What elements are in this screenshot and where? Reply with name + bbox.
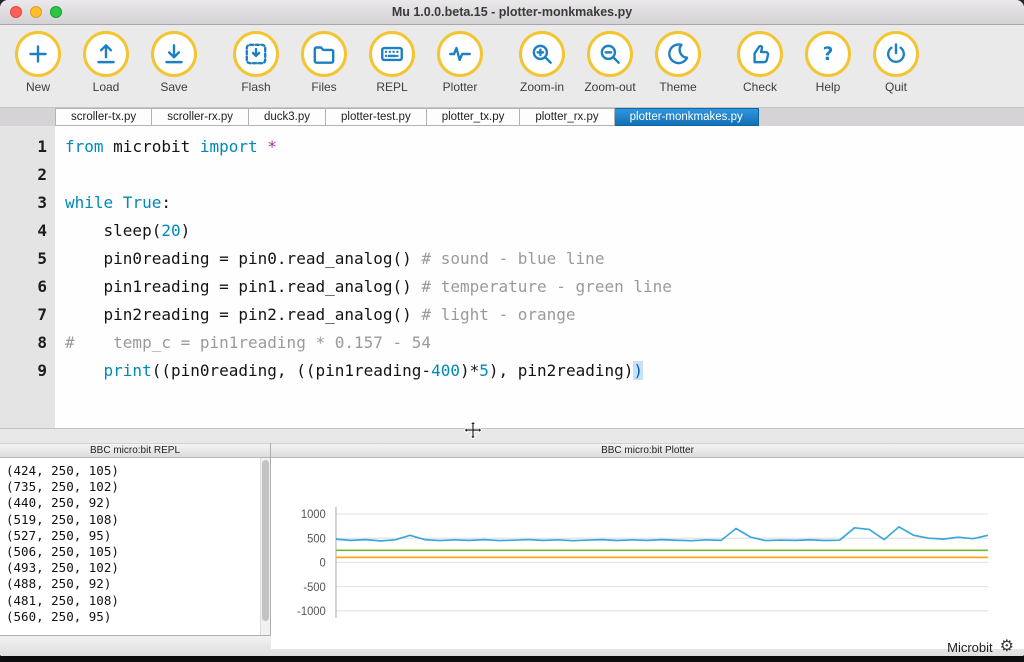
code-editor[interactable]: 1from microbit import *23while True:4 sl… [0,126,1024,429]
tab-scroller-rx.py[interactable]: scroller-rx.py [152,108,249,126]
line-number: 2 [0,161,55,189]
line-number: 8 [0,329,55,357]
toolbar-button-zoom-in[interactable]: Zoom-in [508,31,576,94]
download-icon [151,31,197,77]
question-icon: ? [805,31,851,77]
repl-pane-header: BBC micro:bit REPL [0,443,270,458]
repl-output[interactable]: (424, 250, 105)(735, 250, 102)(440, 250,… [0,458,270,635]
minimize-window-button[interactable] [30,6,42,18]
line-number: 3 [0,189,55,217]
code-line-5: 5 pin0reading = pin0.read_analog() # sou… [0,245,1024,273]
plotter-pane: BBC micro:bit Plotter 1000 500 0 -500 -1000 [271,443,1024,635]
repl-line: (519, 250, 108) [6,512,264,528]
keyboard-icon [369,31,415,77]
repl-line: (527, 250, 95) [6,528,264,544]
code-line-7: 7 pin2reading = pin2.read_analog() # lig… [0,301,1024,329]
repl-line: (440, 250, 92) [6,495,264,511]
tab-bar: scroller-tx.pyscroller-rx.pyduck3.pyplot… [0,107,1024,126]
tab-plotter_rx.py[interactable]: plotter_rx.py [520,108,614,126]
svg-text:0: 0 [320,557,326,569]
repl-line: (560, 250, 95) [6,609,264,625]
toolbar-button-files[interactable]: Files [290,31,358,94]
close-window-button[interactable] [10,6,22,18]
code-line-8: 8# temp_c = pin1reading * 0.157 - 54 [0,329,1024,357]
toolbar-button-quit[interactable]: Quit [862,31,930,94]
zoom-out-icon [587,31,633,77]
toolbar-button-new[interactable]: New [4,31,72,94]
repl-line: (506, 250, 105) [6,544,264,560]
code-line-9: 9 print((pin0reading, ((pin1reading-400)… [0,357,1024,385]
line-number: 1 [0,133,55,161]
bottom-panes: BBC micro:bit REPL (424, 250, 105)(735, … [0,443,1024,635]
plotter-pane-header: BBC micro:bit Plotter [271,443,1024,458]
folder-icon [301,31,347,77]
toolbar-button-repl[interactable]: REPL [358,31,426,94]
code-line-6: 6 pin1reading = pin1.read_analog() # tem… [0,273,1024,301]
zoom-in-icon [519,31,565,77]
flash-icon [233,31,279,77]
traffic-lights [10,6,62,18]
power-icon [873,31,919,77]
code-line-3: 3while True: [0,189,1024,217]
gear-icon[interactable]: ⚙ [1000,639,1014,655]
line-number: 9 [0,357,55,385]
repl-line: (488, 250, 92) [6,576,264,592]
repl-pane: BBC micro:bit REPL (424, 250, 105)(735, … [0,443,271,635]
toolbar-button-flash[interactable]: Flash [222,31,290,94]
svg-text:1000: 1000 [301,509,326,521]
svg-text:?: ? [823,44,834,65]
code-line-2: 2 [0,161,1024,189]
toolbar-button-load[interactable]: Load [72,31,140,94]
line-number: 6 [0,273,55,301]
toolbar-button-check[interactable]: Check [726,31,794,94]
toolbar: NewLoadSaveFlashFilesREPLPlotterZoom-inZ… [0,25,1024,107]
tab-duck3.py[interactable]: duck3.py [249,108,326,126]
toolbar-button-theme[interactable]: Theme [644,31,712,94]
svg-text:-500: -500 [303,582,325,594]
pane-splitter[interactable] [0,429,1024,443]
line-number: 7 [0,301,55,329]
plus-icon [15,31,61,77]
toolbar-button-help[interactable]: ?Help [794,31,862,94]
repl-scrollbar[interactable] [260,458,270,635]
repl-line: (735, 250, 102) [6,479,264,495]
waveform-icon [437,31,483,77]
plotter-chart-svg: 1000 500 0 -500 -1000 [283,468,996,641]
repl-line: (424, 250, 105) [6,463,264,479]
svg-text:-1000: -1000 [297,606,326,618]
repl-line: (493, 250, 102) [6,560,264,576]
tab-scroller-tx.py[interactable]: scroller-tx.py [55,108,152,126]
tab-plotter-monkmakes.py[interactable]: plotter-monkmakes.py [615,108,759,126]
tab-plotter-test.py[interactable]: plotter-test.py [326,108,427,126]
toolbar-button-plotter[interactable]: Plotter [426,31,494,94]
upload-icon [83,31,129,77]
zoom-window-button[interactable] [50,6,62,18]
repl-line: (481, 250, 108) [6,593,264,609]
code-line-1: 1from microbit import * [0,133,1024,161]
toolbar-button-zoom-out[interactable]: Zoom-out [576,31,644,94]
move-cursor-pointer [462,420,484,442]
window-title: Mu 1.0.0.beta.15 - plotter-monkmakes.py [0,0,1024,24]
line-number: 4 [0,217,55,245]
mu-window: Mu 1.0.0.beta.15 - plotter-monkmakes.py … [0,0,1024,656]
code-line-4: 4 sleep(20) [0,217,1024,245]
svg-text:500: 500 [307,533,326,545]
titlebar: Mu 1.0.0.beta.15 - plotter-monkmakes.py [0,0,1024,25]
repl-scrollbar-thumb[interactable] [262,460,269,621]
tab-plotter_tx.py[interactable]: plotter_tx.py [427,108,521,126]
toolbar-button-save[interactable]: Save [140,31,208,94]
thumbs-up-icon [737,31,783,77]
line-number: 5 [0,245,55,273]
moon-icon [655,31,701,77]
plotter-chart: 1000 500 0 -500 -1000 [271,458,1024,649]
mode-label: Microbit [947,640,993,655]
